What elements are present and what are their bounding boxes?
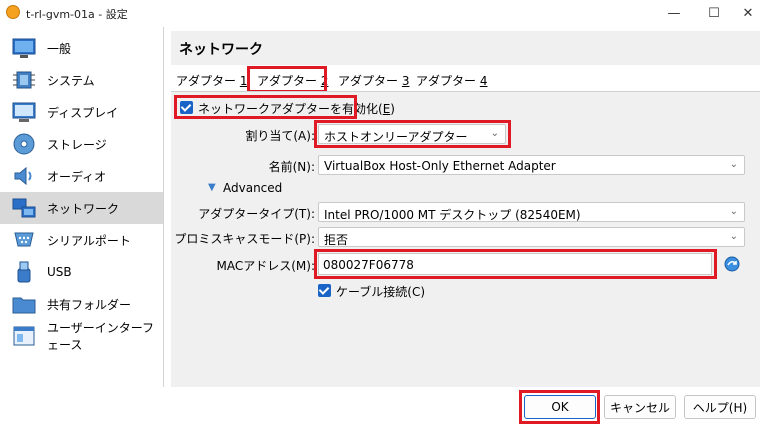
attached-to-label: 割り当て(A): [245,129,315,143]
display-icon [12,102,36,122]
tab-adapter-3[interactable]: アダプター 3 [338,72,409,92]
network-icon [12,198,36,218]
cancel-button[interactable]: キャンセル [604,395,676,419]
sidebar-item-label: システム [47,73,95,88]
sidebar-item-network[interactable]: ネットワーク [0,192,163,224]
sidebar-item-label: 一般 [47,41,72,56]
chevron-down-icon: ⌄ [729,159,738,170]
tab-adapter-1[interactable]: アダプター 1 [176,72,247,92]
sidebar-item-label: ディスプレイ [47,105,119,120]
sidebar-item-audio[interactable]: オーディオ [0,160,163,192]
chip-icon [13,71,35,89]
ui-icon [13,326,35,346]
usb-icon [17,261,31,283]
settings-sidebar: 一般 システム ディスプレイ ストレージ オーディオ ネットワーク シリアルポー… [0,27,164,387]
tab-highlight-box [247,66,327,93]
sidebar-item-storage[interactable]: ストレージ [0,128,163,160]
ok-highlight-box [519,390,600,424]
refresh-mac-icon[interactable] [724,256,740,272]
minimize-icon[interactable]: — [654,0,694,26]
window-title: t-rl-gvm-01a - 設定 [26,8,128,21]
close-icon[interactable]: ✕ [728,0,768,26]
sidebar-item-label: USB [47,265,72,279]
chevron-down-icon: ⌄ [729,231,738,242]
sidebar-item-label: オーディオ [47,169,107,184]
enable-highlight-box [174,95,357,119]
mac-address-label: MACアドレス(M): [216,259,316,273]
virtualbox-icon [6,5,20,19]
monitor-icon [12,38,36,58]
folder-icon [12,297,36,314]
sidebar-item-serial-port[interactable]: シリアルポート [0,224,163,256]
speaker-icon [14,166,32,186]
tab-adapter-4[interactable]: アダプター 4 [416,72,487,92]
sidebar-item-label: ストレージ [47,137,107,152]
sidebar-item-label: ユーザーインターフェース [47,321,155,352]
sidebar-item-display[interactable]: ディスプレイ [0,96,163,128]
attached-to-highlight-box [314,120,511,148]
sidebar-item-system[interactable]: システム [0,64,163,96]
title-bar: t-rl-gvm-01a - 設定 — ☐ ✕ [0,0,768,26]
adapter-panel: ネットワークアダプターを有効化(E) 割り当て(A): ホストオンリーアダプター… [171,91,760,387]
help-button[interactable]: ヘルプ(H) [684,395,756,419]
sidebar-item-general[interactable]: 一般 [0,32,163,64]
sidebar-item-user-interface[interactable]: ユーザーインターフェース [0,320,163,352]
chevron-down-icon: ⌄ [729,206,738,217]
sidebar-item-shared-folders[interactable]: 共有フォルダー [0,288,163,320]
name-label: 名前(N): [268,160,315,174]
cable-connected-label: ケーブル接続(C) [336,285,426,299]
mac-highlight-box [314,249,717,279]
sidebar-item-label: 共有フォルダー [47,297,132,312]
sidebar-item-usb[interactable]: USB [0,256,163,288]
advanced-toggle[interactable]: Advanced [223,181,282,195]
sidebar-item-label: ネットワーク [47,201,120,216]
adapter-type-label: アダプタータイプ(T): [198,207,315,221]
promiscuous-mode-select[interactable]: 拒否 ⌄ [318,227,745,247]
expand-triangle-icon[interactable]: ▼ [208,182,216,193]
promiscuous-mode-label: プロミスキャスモード(P): [174,232,315,246]
network-settings-content: ネットワーク アダプター 1 アダプター 2 アダプター 3 アダプター 4 ネ… [171,31,760,387]
page-title: ネットワーク [179,42,263,58]
sidebar-item-label: シリアルポート [47,233,131,248]
disk-icon [13,133,35,155]
section-header: ネットワーク [171,31,760,65]
serial-port-icon [14,232,34,247]
adapter-type-select[interactable]: Intel PRO/1000 MT デスクトップ (82540EM) ⌄ [318,202,745,222]
name-select[interactable]: VirtualBox Host-Only Ethernet Adapter ⌄ [318,155,745,175]
cable-connected-checkbox[interactable] [318,284,331,297]
